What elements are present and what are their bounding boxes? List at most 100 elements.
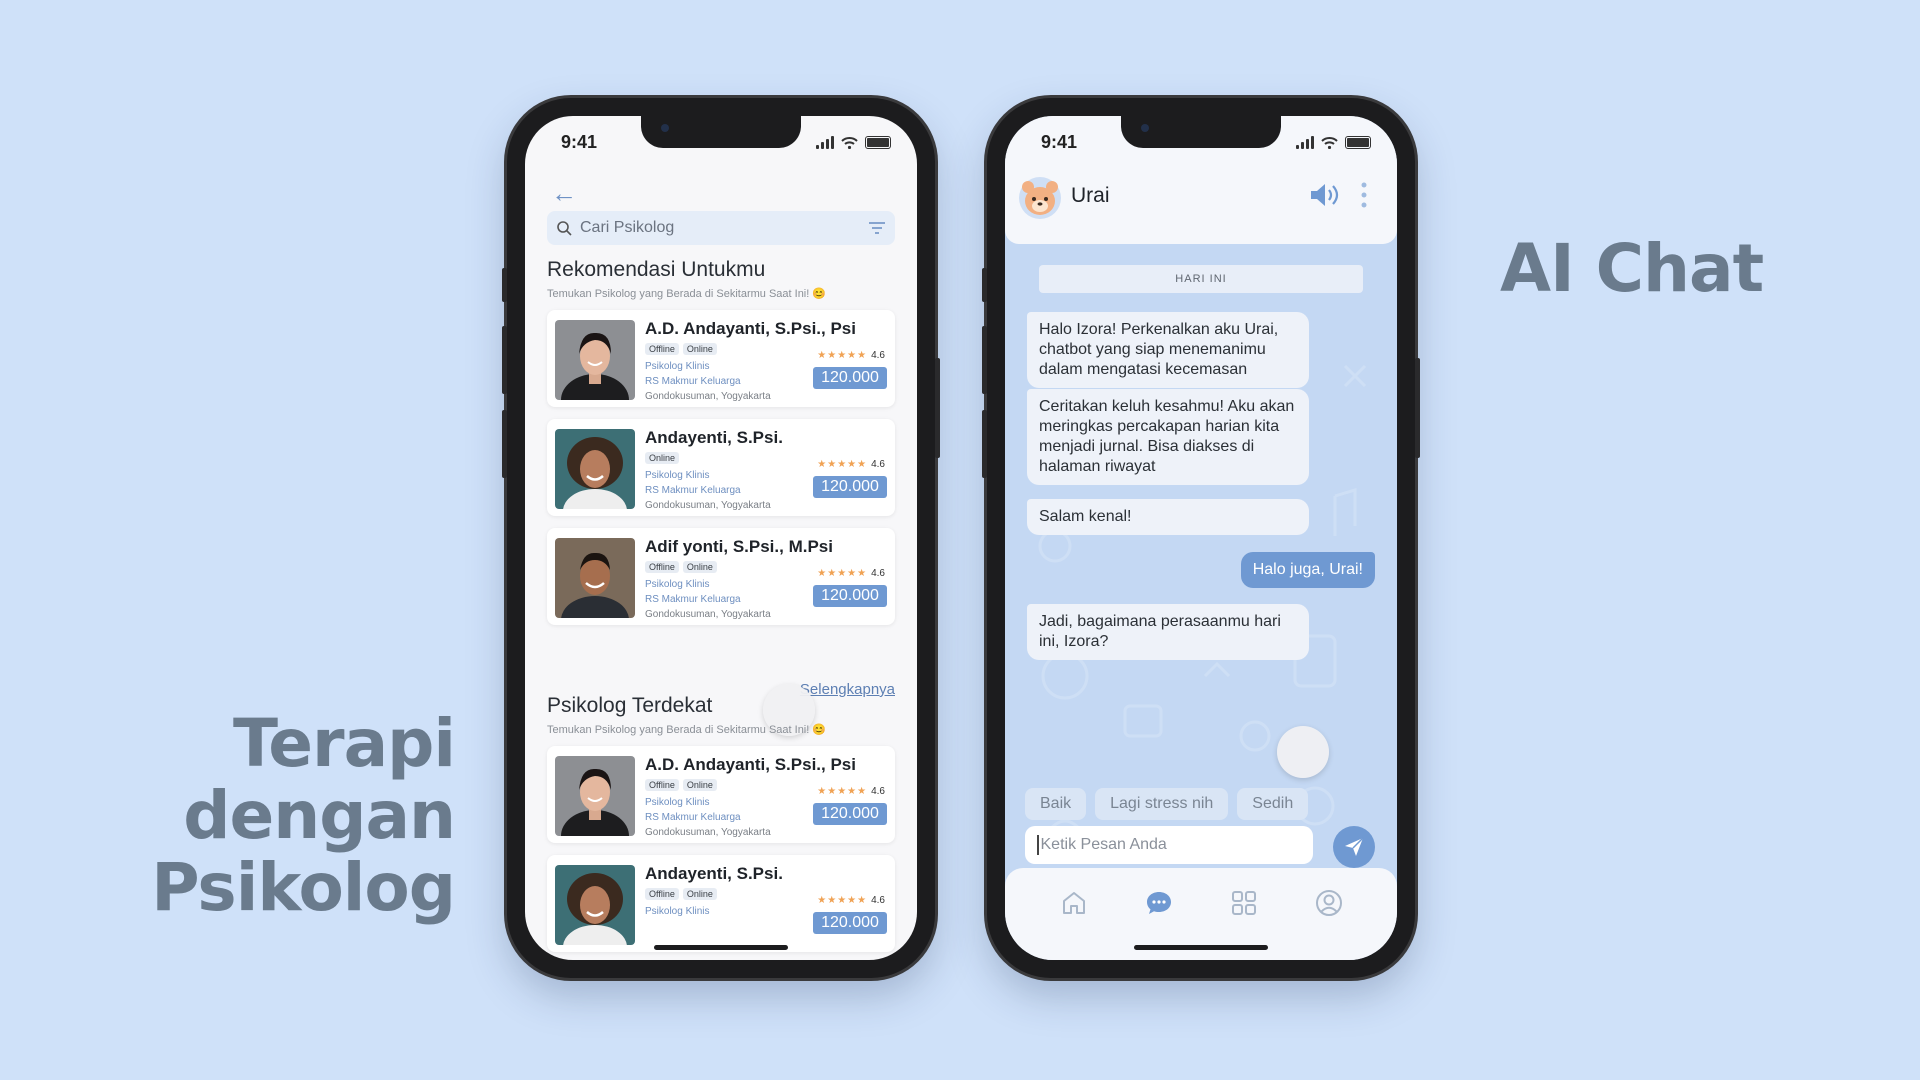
speaker-icon[interactable] (1309, 182, 1341, 208)
psychologist-photo (555, 538, 635, 618)
tag-offline: Offline (645, 779, 679, 791)
profile-icon (1315, 890, 1342, 916)
back-arrow-icon[interactable]: ← (551, 178, 577, 209)
tag-online: Online (645, 452, 680, 464)
psychologist-hospital: RS Makmur Keluarga (645, 485, 741, 496)
psychologist-name: Andayenti, S.Psi. (645, 428, 783, 447)
status-time: 9:41 (1041, 132, 1078, 152)
psychologist-name: Andayenti, S.Psi. (645, 864, 783, 883)
date-separator: HARI INI (1039, 265, 1363, 293)
chat-icon (1146, 892, 1171, 914)
bot-message: Salam kenal! (1027, 499, 1309, 535)
psychologist-specialty: Psikolog Klinis (645, 579, 710, 590)
wifi-icon (1321, 136, 1338, 149)
psychologist-card[interactable]: A.D. Andayanti, S.Psi., Psi Offline Onli… (547, 310, 895, 407)
psychologist-card[interactable]: Andayenti, S.Psi. Offline Online Psikolo… (547, 855, 895, 952)
home-icon (1062, 892, 1085, 914)
psychologist-specialty: Psikolog Klinis (645, 470, 710, 481)
message-input[interactable]: Ketik Pesan Anda (1025, 826, 1313, 864)
terapi-heading-line-3: Psikolog (151, 849, 456, 926)
psychologist-location: Gondokusuman, Yogyakarta (645, 609, 771, 620)
terapi-heading-line-1: Terapi (233, 705, 456, 782)
tag-online: Online (682, 779, 717, 791)
bot-message: Ceritakan keluh kesahmu! Aku akan mering… (1027, 389, 1309, 485)
send-icon (1345, 837, 1364, 856)
quick-reply-chip[interactable]: Sedih (1237, 788, 1309, 820)
rating: ★★★★★ 4.6 (817, 568, 885, 579)
psychologist-location: Gondokusuman, Yogyakarta (645, 391, 771, 402)
tab-chat[interactable] (1144, 888, 1174, 918)
price-button[interactable]: 120.000 (813, 367, 887, 389)
text-caret (1037, 835, 1039, 855)
rating-value: 4.6 (871, 786, 885, 797)
signal-icon (1296, 136, 1314, 149)
rating-value: 4.6 (871, 350, 885, 361)
nearby-title: Psikolog Terdekat (547, 694, 713, 717)
tab-menu[interactable] (1229, 888, 1259, 918)
tag-offline: Offline (645, 343, 679, 355)
tag-online: Online (682, 561, 717, 573)
notch (1121, 116, 1281, 148)
star-icons: ★★★★★ (817, 350, 868, 361)
psychologist-name: A.D. Andayanti, S.Psi., Psi (645, 755, 856, 774)
tab-profile[interactable] (1314, 888, 1344, 918)
terapi-heading: Terapi dengan Psikolog (150, 705, 456, 926)
chat-screen: 9:41 Urai HARI INI Halo Izora! Perkenalk… (1005, 116, 1397, 960)
filter-icon[interactable] (869, 222, 885, 234)
send-button[interactable] (1333, 826, 1375, 868)
psychologist-card[interactable]: Adif yonti, S.Psi., M.Psi Offline Online… (547, 528, 895, 625)
psychologist-hospital: RS Makmur Keluarga (645, 812, 741, 823)
price-button[interactable]: 120.000 (813, 803, 887, 825)
see-more-link[interactable]: Selengkapnya (800, 681, 895, 698)
phone-psikolog: 9:41 ← Cari Psikolog Rekomendasi Untukmu… (502, 98, 940, 978)
quick-reply-chip[interactable]: Lagi stress nih (1095, 788, 1229, 820)
psychologist-specialty: Psikolog Klinis (645, 797, 710, 808)
rating-value: 4.6 (871, 568, 885, 579)
grid-icon (1231, 891, 1256, 915)
nearby-subtitle: Temukan Psikolog yang Berada di Sekitarm… (547, 724, 827, 736)
psychologist-card[interactable]: Andayenti, S.Psi. Online Psikolog Klinis… (547, 419, 895, 516)
psychologist-hospital: RS Makmur Keluarga (645, 376, 741, 387)
user-message: Halo juga, Urai! (1240, 552, 1375, 588)
battery-icon (865, 136, 891, 149)
psychologist-name: A.D. Andayanti, S.Psi., Psi (645, 319, 856, 338)
notch (641, 116, 801, 148)
psychologist-specialty: Psikolog Klinis (645, 906, 710, 917)
ai-chat-heading: AI Chat (1500, 230, 1764, 307)
price-button[interactable]: 120.000 (813, 585, 887, 607)
psychologist-photo (555, 756, 635, 836)
recommend-subtitle: Temukan Psikolog yang Berada di Sekitarm… (547, 288, 827, 300)
rating: ★★★★★ 4.6 (817, 895, 885, 906)
bot-name: Urai (1071, 184, 1110, 207)
touch-indicator (1277, 726, 1329, 778)
rating: ★★★★★ 4.6 (817, 459, 885, 470)
tab-home[interactable] (1059, 888, 1089, 918)
status-time: 9:41 (561, 132, 598, 152)
terapi-heading-line-2: dengan (183, 777, 456, 854)
search-bar[interactable]: Cari Psikolog (547, 211, 895, 245)
psychologist-hospital: RS Makmur Keluarga (645, 594, 741, 605)
psychologist-location: Gondokusuman, Yogyakarta (645, 500, 771, 511)
bot-message: Halo Izora! Perkenalkan aku Urai, chatbo… (1027, 312, 1309, 388)
psychologist-photo (555, 865, 635, 945)
psychologist-card[interactable]: A.D. Andayanti, S.Psi., Psi Offline Onli… (547, 746, 895, 843)
more-options-icon[interactable] (1361, 182, 1367, 208)
star-icons: ★★★★★ (817, 568, 868, 579)
psychologist-name: Adif yonti, S.Psi., M.Psi (645, 537, 833, 556)
quick-replies: Baik Lagi stress nih Sedih (1025, 788, 1309, 820)
bot-message: Jadi, bagaimana perasaanmu hari ini, Izo… (1027, 604, 1309, 660)
tag-offline: Offline (645, 561, 679, 573)
psychologist-photo (555, 320, 635, 400)
message-placeholder: Ketik Pesan Anda (1040, 836, 1167, 853)
quick-reply-chip[interactable]: Baik (1025, 788, 1087, 820)
rating-value: 4.6 (871, 895, 885, 906)
tag-online: Online (682, 343, 717, 355)
phone-chat: 9:41 Urai HARI INI Halo Izora! Perkenalk… (982, 98, 1420, 978)
tag-online: Online (682, 888, 717, 900)
home-indicator (1134, 945, 1268, 950)
signal-icon (816, 136, 834, 149)
wifi-icon (841, 136, 858, 149)
price-button[interactable]: 120.000 (813, 476, 887, 498)
search-input[interactable]: Cari Psikolog (580, 219, 869, 237)
price-button[interactable]: 120.000 (813, 912, 887, 934)
